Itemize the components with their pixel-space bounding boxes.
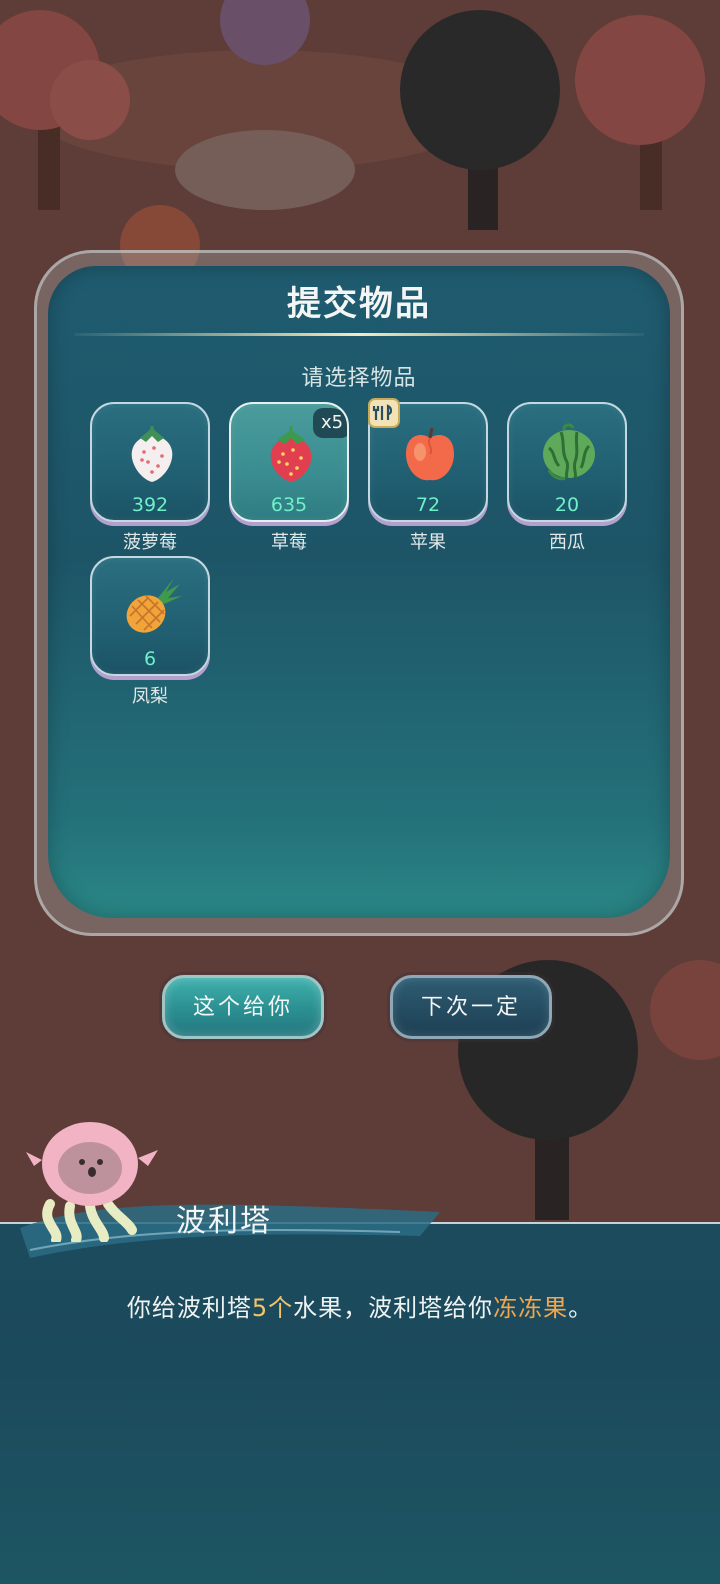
decline-button[interactable]: 下次一定 xyxy=(390,975,552,1039)
item-name: 西瓜 xyxy=(549,532,585,553)
dialog-highlight-quantity: 5个 xyxy=(251,1294,294,1322)
item-count: 635 xyxy=(270,494,308,516)
panel-title: 提交物品 xyxy=(287,284,431,324)
dialog-text-part: 你给波利塔 xyxy=(126,1294,252,1322)
dialog-text-part: 水果，波利塔给你 xyxy=(293,1294,494,1322)
give-button[interactable]: 这个给你 xyxy=(162,975,324,1039)
watermelon-icon xyxy=(543,423,595,481)
item-tile[interactable]: 392 xyxy=(90,402,210,522)
selected-quantity-badge: x5 xyxy=(313,408,347,438)
item-name: 凤梨 xyxy=(132,686,168,707)
item-name: 苹果 xyxy=(410,532,446,553)
item-slot-apple[interactable]: 72 苹果 xyxy=(368,398,488,553)
dialog-highlight-reward: 冻冻果 xyxy=(493,1294,569,1322)
title-divider xyxy=(74,333,644,336)
item-tile[interactable]: 6 xyxy=(90,556,210,676)
apple-icon xyxy=(406,427,454,481)
item-count: 20 xyxy=(554,494,580,516)
item-count: 6 xyxy=(143,648,157,670)
dialog-box[interactable] xyxy=(0,1222,720,1584)
pineapple-icon xyxy=(126,578,182,633)
panel-subtitle: 请选择物品 xyxy=(301,366,417,391)
white-strawberry-icon xyxy=(131,426,173,482)
item-count: 392 xyxy=(131,494,169,516)
item-slot-pineberry[interactable]: 392 菠萝莓 xyxy=(90,402,210,553)
item-tile[interactable]: 20 xyxy=(507,402,627,522)
dialog-text: 你给波利塔5个水果，波利塔给你冻冻果。 xyxy=(0,1288,720,1323)
item-slot-watermelon[interactable]: 20 西瓜 xyxy=(507,402,627,553)
jellyfish-avatar xyxy=(26,1122,158,1242)
item-slot-strawberry[interactable]: x5 635 草莓 xyxy=(229,402,349,553)
speaker-name: 波利塔 xyxy=(176,1204,272,1239)
fork-knife-icon xyxy=(368,398,400,428)
dialog-text-part: 。 xyxy=(568,1294,594,1322)
item-name: 菠萝莓 xyxy=(123,532,177,553)
item-tile[interactable]: x5 635 xyxy=(229,402,349,522)
item-slot-pineapple[interactable]: 6 凤梨 xyxy=(90,556,210,707)
item-count: 72 xyxy=(415,494,441,516)
item-name: 草莓 xyxy=(271,532,307,553)
